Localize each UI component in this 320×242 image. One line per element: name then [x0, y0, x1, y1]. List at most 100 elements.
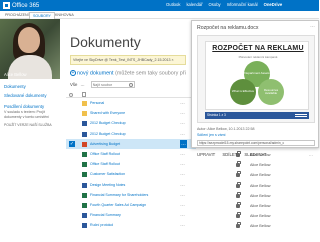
row-menu-icon[interactable]: … — [180, 139, 187, 148]
table-row[interactable]: Office Staff Rollout … — [66, 149, 196, 159]
leftnav-shared-head[interactable]: Posdílení dokumenty — [4, 104, 62, 109]
row-checkbox[interactable]: ✓ — [69, 140, 75, 147]
share-button[interactable]: SDÍLET — [222, 152, 237, 157]
document-preview[interactable]: ROZPOČET NA REKLAMU Plánování reklamní k… — [197, 35, 315, 123]
modified-by-row: Alice Bellow — [198, 201, 319, 211]
row-menu-icon[interactable]: … — [180, 118, 185, 128]
table-row[interactable]: Financial Summary … — [66, 210, 196, 220]
document-name-link[interactable]: Financial Summary — [90, 210, 121, 220]
table-row[interactable]: Financial Summary for Shareholders … — [66, 190, 196, 200]
row-menu-icon[interactable]: … — [180, 159, 185, 169]
excel-file-icon — [82, 192, 87, 198]
document-name-link[interactable]: 2012 Budget Checkup — [90, 118, 126, 128]
row-menu-icon[interactable]: … — [180, 98, 185, 108]
modified-by-row: Alice Bellow — [198, 181, 319, 191]
leftnav-documents[interactable]: Dokumenty — [4, 84, 62, 89]
modified-by-user[interactable]: Alice Bellow — [250, 170, 270, 180]
document-name-link[interactable]: Office Staff Rollout — [90, 149, 120, 159]
follow-button[interactable]: SLEDOVAT — [244, 152, 266, 157]
document-name-link[interactable]: Personal — [90, 98, 104, 108]
preview-menu-icon[interactable] — [295, 114, 307, 117]
row-menu-icon[interactable]: … — [180, 220, 185, 230]
excel-file-icon — [82, 151, 87, 157]
modified-by-row: Alice Bellow — [198, 160, 319, 170]
view-selector[interactable]: Vše — [70, 82, 77, 87]
callout-url-field[interactable] — [197, 140, 315, 146]
modified-by-user[interactable]: Alice Bellow — [250, 201, 270, 211]
row-menu-icon[interactable]: … — [180, 129, 185, 139]
document-name-link[interactable]: Ruční protokol — [90, 220, 113, 230]
callout-meta: Autor: Alice Bellow, 10.1.2013 22:58 — [197, 127, 255, 131]
nav-newsfeed[interactable]: Informační kanál — [227, 2, 258, 7]
nav-people[interactable]: Osoby — [209, 2, 221, 7]
leftnav-footer[interactable]: POUŽÍT VERZE NAŠÍ SLUŽBA — [4, 123, 62, 127]
table-row[interactable]: ✓ Advertising Budget … — [66, 138, 196, 149]
leftnav-followed[interactable]: Sledované dokumenty — [4, 93, 62, 98]
document-name-link[interactable]: 2012 Budget Checkup — [90, 129, 126, 139]
word-file-icon — [82, 131, 87, 137]
table-row[interactable]: Personal … — [66, 98, 196, 108]
diagram-circle-resources: Resources Available — [258, 79, 284, 105]
modified-by-row: Alice Bellow — [198, 170, 319, 180]
nav-onedrive[interactable]: OneDrive — [264, 2, 283, 7]
document-name-link[interactable]: Shared with Everyone — [90, 108, 125, 118]
nav-outlook[interactable]: Outlook — [166, 2, 180, 7]
preview-page-indicator: Stránka 1 z 3 — [207, 113, 226, 117]
document-name-link[interactable]: Office Staff Rollout — [90, 159, 120, 169]
table-row[interactable]: Fourth Quarter Sales Ad Campaign … — [66, 200, 196, 210]
modified-by-user[interactable]: Alice Bellow — [250, 211, 270, 221]
table-row[interactable]: Ruční protokol … — [66, 220, 196, 230]
row-menu-icon[interactable]: … — [180, 190, 185, 200]
lock-icon — [236, 161, 241, 168]
row-menu-icon[interactable]: … — [180, 149, 185, 159]
table-row[interactable]: Shared with Everyone … — [66, 108, 196, 118]
nav-calendar[interactable]: kalendář — [186, 2, 202, 7]
brand-label: Office 365 — [12, 2, 40, 9]
lock-icon — [236, 191, 241, 198]
modified-by-row: Alice Bellow — [198, 191, 319, 201]
office365-brand[interactable]: Office 365 — [3, 1, 39, 10]
callout-actions-more-icon[interactable]: … — [309, 152, 313, 157]
row-menu-icon[interactable]: … — [180, 210, 185, 220]
document-name-link[interactable]: Design Meeting Notes — [90, 180, 125, 190]
row-menu-icon[interactable]: … — [180, 200, 185, 210]
modified-by-user[interactable]: Alice Bellow — [250, 160, 270, 170]
tab-library[interactable]: KNIHOVNA — [52, 12, 77, 19]
row-menu-icon[interactable]: … — [180, 169, 185, 179]
document-name-link[interactable]: Advertising Budget — [90, 139, 120, 149]
table-row[interactable]: Customer Satisfaction … — [66, 169, 196, 179]
table-row[interactable]: Office Staff Rollout … — [66, 159, 196, 169]
slide-subtitle: Plánování reklamní kampaně — [238, 55, 278, 59]
profile-photo[interactable]: Alice Bellow — [0, 19, 60, 79]
callout-title: Rozpočet na reklamu.docx — [197, 25, 259, 31]
edit-button[interactable]: UPRAVIT — [197, 152, 215, 157]
table-row[interactable]: 2012 Budget Checkup … — [66, 118, 196, 128]
excel-file-icon — [82, 202, 87, 208]
preview-slide: ROZPOČET NA REKLAMU Plánování reklamní k… — [205, 41, 309, 110]
ribbon-tabs: PROCHÁZENÍ SOUBORY KNIHOVNA — [0, 11, 319, 19]
document-name-link[interactable]: Financial Summary for Shareholders — [90, 190, 148, 200]
select-all-checkbox[interactable] — [69, 93, 73, 97]
document-name-link[interactable]: Fourth Quarter Sales Ad Campaign — [90, 200, 146, 210]
modified-by-user[interactable]: Alice Bellow — [250, 221, 270, 231]
new-document-button[interactable]: + nový dokument (můžete sem taky soubory … — [70, 70, 186, 76]
tab-browse[interactable]: PROCHÁZENÍ — [2, 12, 32, 19]
modified-by-user[interactable]: Alice Bellow — [250, 191, 270, 201]
word-file-icon — [82, 121, 87, 127]
row-menu-icon[interactable]: … — [180, 180, 185, 190]
search-icon[interactable] — [128, 82, 133, 87]
modified-by-user[interactable]: Alice Bellow — [250, 181, 270, 191]
callout-share-status[interactable]: Sdílení jen s vámi — [197, 133, 225, 137]
lock-icon — [236, 212, 241, 219]
row-menu-icon[interactable]: … — [180, 108, 185, 118]
suite-nav: Outlook kalendář Osoby Informační kanál … — [166, 2, 288, 7]
table-row[interactable]: Design Meeting Notes … — [66, 180, 196, 190]
diagram-circle-effective: What is Effective — [230, 79, 256, 105]
info-bar: Vítejte ve SkyDrive @ Tenk_Test_INTS_JHB… — [70, 55, 186, 65]
list-toolbar: Vše … — [70, 81, 135, 88]
view-more-icon[interactable]: … — [80, 82, 84, 87]
new-document-hint: (můžete sem taky soubory při — [115, 70, 186, 77]
table-row[interactable]: 2012 Budget Checkup … — [66, 129, 196, 139]
callout-more-icon[interactable]: … — [310, 23, 315, 29]
document-name-link[interactable]: Customer Satisfaction — [90, 169, 125, 179]
